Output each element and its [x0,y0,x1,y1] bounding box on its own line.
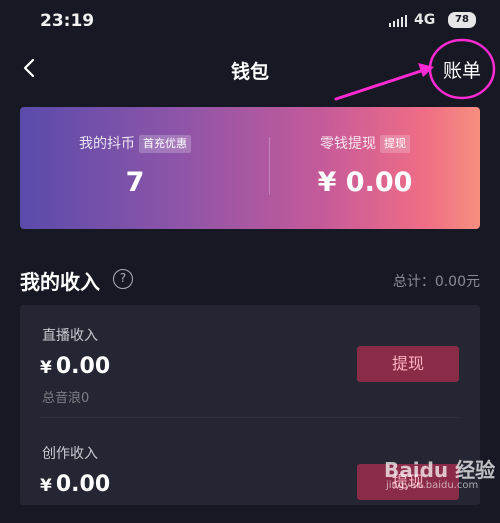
income-header: 我的收入 ? 总计：0.00元 [20,266,480,296]
watermark-main: Baidu 经验 [384,458,496,482]
bill-link[interactable]: 账单 [443,56,481,83]
nav-bar: 钱包 账单 [0,44,500,94]
creation-income-value: 0.00 [55,472,111,497]
live-withdraw-button[interactable]: 提现 [357,346,459,382]
income-total: 总计：0.00元 [392,274,480,290]
coins-label: 我的抖币 [79,136,135,152]
cash-label-row: 零钱提现 提现 [250,133,480,153]
live-income-sub: 总音浪0 [42,391,90,406]
signal-icon [389,15,407,27]
page-title: 钱包 [230,61,269,83]
income-title: 我的收入 [20,270,100,294]
creation-income-label: 创作收入 [42,446,98,462]
coins-section[interactable]: 我的抖币 首充优惠 7 [20,107,250,229]
status-bar: 23:19 4G 78 [0,0,500,42]
currency-symbol: ¥ [40,476,52,496]
watermark-sub: jingyan.baidu.com [386,480,479,491]
currency-symbol: ¥ [40,358,52,378]
help-icon[interactable]: ? [113,269,133,289]
coins-label-row: 我的抖币 首充优惠 [20,133,250,153]
cash-label: 零钱提现 [320,136,376,152]
network-type: 4G [414,12,436,28]
coins-value: 7 [125,167,145,198]
live-income-row: 直播收入 ¥0.00 总音浪0 提现 [20,305,480,406]
row-divider [40,417,460,418]
cash-badge[interactable]: 提现 [380,135,410,153]
cash-section[interactable]: 零钱提现 提现 ¥ 0.00 [250,107,480,229]
cash-value: ¥ 0.00 [317,167,413,198]
coins-badge[interactable]: 首充优惠 [139,135,191,153]
baidu-watermark: Baidu 经验 jingyan.baidu.com [384,452,496,498]
battery-icon: 78 [448,12,476,28]
status-time: 23:19 [40,11,95,31]
live-income-value: 0.00 [55,354,111,379]
wallet-card: 我的抖币 首充优惠 7 零钱提现 提现 ¥ 0.00 [20,107,480,229]
live-income-label: 直播收入 [42,328,98,344]
creation-income-amount: ¥0.00 [40,472,110,497]
live-income-amount: ¥0.00 [40,354,110,379]
